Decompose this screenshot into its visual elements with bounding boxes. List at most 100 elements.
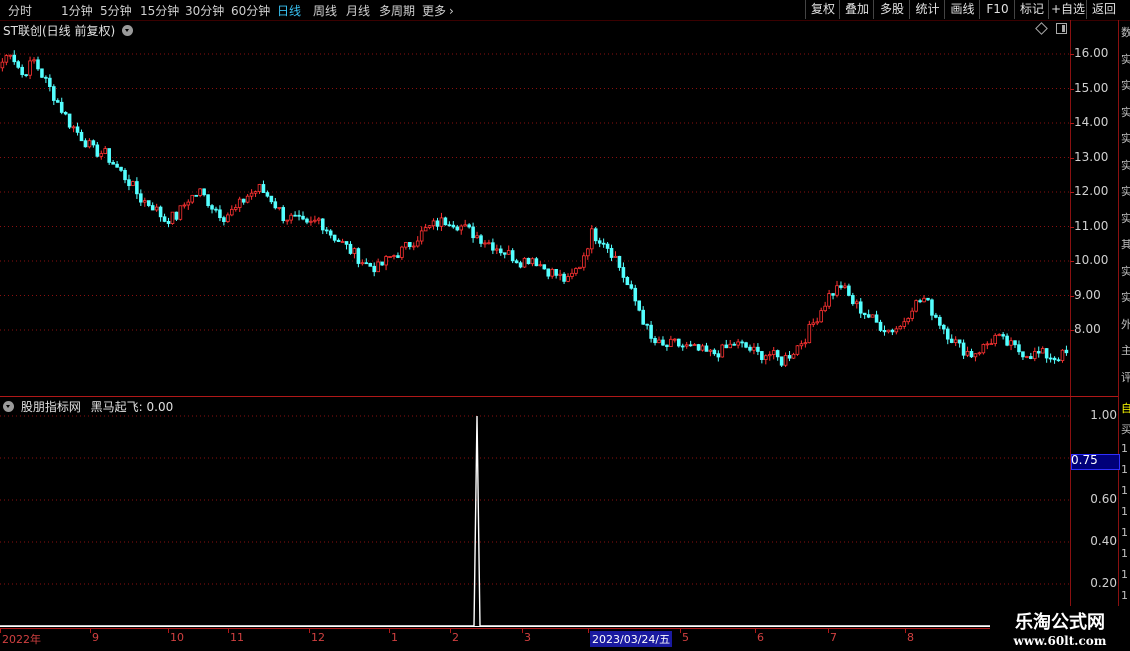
period-more[interactable]: 更多 › bbox=[422, 2, 454, 19]
candle-body bbox=[392, 255, 396, 258]
candle-body bbox=[352, 248, 357, 254]
indicator-chart[interactable] bbox=[0, 397, 1070, 628]
candle-body bbox=[340, 241, 345, 243]
candle-body bbox=[483, 242, 487, 245]
f10-button[interactable]: F10 bbox=[979, 0, 1015, 19]
candle-body bbox=[48, 77, 52, 87]
back-button[interactable]: 返回 bbox=[1086, 0, 1121, 19]
y-tick-mark bbox=[1070, 226, 1074, 228]
side-tab-char[interactable]: 实 bbox=[1121, 263, 1130, 279]
draw-line-button[interactable]: 画线 bbox=[944, 0, 980, 19]
candle-body bbox=[8, 54, 13, 57]
y-tick-label: 14.00 bbox=[1074, 115, 1109, 129]
candle-body bbox=[344, 241, 349, 245]
candle-body bbox=[791, 353, 796, 359]
diamond-icon[interactable] bbox=[1035, 22, 1048, 35]
side-tab-char[interactable]: 实 bbox=[1121, 130, 1130, 146]
side-tab-char[interactable]: 评 bbox=[1121, 369, 1130, 385]
period-multi[interactable]: 多周期 bbox=[379, 2, 415, 19]
period-weekly[interactable]: 周线 bbox=[313, 2, 337, 19]
crosshair-date-label: 2023/03/24/五 bbox=[590, 631, 673, 647]
candle-body bbox=[613, 255, 618, 258]
period-60min[interactable]: 60分钟 bbox=[231, 2, 270, 19]
period-fenshi[interactable]: 分时 bbox=[8, 2, 32, 19]
x-tick-mark bbox=[309, 629, 310, 633]
candle-body bbox=[427, 225, 432, 228]
candle-body bbox=[123, 169, 127, 181]
x-tick-label: 5 bbox=[682, 631, 689, 644]
candle-body bbox=[597, 240, 602, 244]
y-tick-mark bbox=[1070, 54, 1074, 55]
period-15min[interactable]: 15分钟 bbox=[140, 2, 179, 19]
y-tick-mark bbox=[1070, 88, 1074, 90]
candle-body bbox=[740, 341, 744, 344]
indicator-side-label: 1 bbox=[1121, 589, 1128, 602]
candle-body bbox=[233, 207, 238, 210]
period-30min[interactable]: 30分钟 bbox=[185, 2, 224, 19]
side-tab-char[interactable]: 实 bbox=[1121, 51, 1130, 67]
candle-body bbox=[237, 198, 242, 208]
x-tick-mark bbox=[0, 629, 1, 633]
candle-body bbox=[467, 224, 471, 228]
period-daily[interactable]: 日线 bbox=[277, 2, 301, 19]
side-tab-char[interactable]: 实 bbox=[1121, 183, 1130, 199]
candle-body bbox=[720, 344, 725, 358]
candle-body bbox=[52, 86, 56, 101]
fuquan-button[interactable]: 复权 bbox=[805, 0, 840, 19]
side-tab-char[interactable]: 其 bbox=[1121, 236, 1130, 252]
candle-body bbox=[831, 293, 835, 296]
side-tab-char[interactable]: 主 bbox=[1121, 342, 1130, 358]
candle-body bbox=[918, 300, 922, 303]
side-tab-char[interactable]: 实 bbox=[1121, 77, 1130, 93]
candle-body bbox=[463, 224, 467, 227]
candle-body bbox=[578, 266, 582, 269]
side-tab-char[interactable]: 外 bbox=[1121, 316, 1130, 332]
candle-body bbox=[20, 66, 24, 76]
candle-body bbox=[230, 208, 234, 216]
candle-body bbox=[582, 255, 586, 268]
side-tab-char[interactable]: 数 bbox=[1121, 24, 1130, 40]
period-monthly[interactable]: 月线 bbox=[346, 2, 370, 19]
candle-body bbox=[439, 217, 444, 227]
overlay-button[interactable]: 叠加 bbox=[839, 0, 874, 19]
candle-body bbox=[190, 194, 195, 203]
candle-body bbox=[59, 101, 64, 113]
period-5min[interactable]: 5分钟 bbox=[100, 2, 132, 19]
candle-body bbox=[400, 246, 404, 258]
candle-body bbox=[28, 60, 32, 76]
statistics-button[interactable]: 统计 bbox=[909, 0, 945, 19]
candle-body bbox=[87, 140, 92, 148]
candle-body bbox=[779, 356, 784, 366]
indicator-side-label: 1 bbox=[1121, 526, 1128, 539]
x-tick-mark bbox=[228, 629, 229, 633]
candle-body bbox=[530, 258, 535, 265]
side-tab-char[interactable]: 实 bbox=[1121, 157, 1130, 173]
window-toggle-icon[interactable] bbox=[1056, 23, 1067, 34]
mark-button[interactable]: 标记 bbox=[1014, 0, 1049, 19]
side-tab-char[interactable]: 实 bbox=[1121, 104, 1130, 120]
candle-body bbox=[380, 261, 384, 266]
candle-body bbox=[839, 285, 843, 288]
dropdown-icon[interactable] bbox=[121, 25, 133, 36]
candle-body bbox=[95, 144, 100, 157]
side-tab-char[interactable]: 实 bbox=[1121, 210, 1130, 226]
y-tick-mark bbox=[1070, 123, 1074, 124]
candlestick-chart[interactable] bbox=[0, 38, 1070, 396]
candle-body bbox=[146, 200, 151, 206]
multi-stock-button[interactable]: 多股 bbox=[873, 0, 910, 19]
candle-body bbox=[305, 218, 309, 223]
indicator-side-label: 1 bbox=[1121, 463, 1128, 476]
candle-body bbox=[645, 323, 649, 326]
candle-body bbox=[40, 68, 44, 78]
candle-body bbox=[309, 220, 313, 223]
top-toolbar: 分时 1分钟 5分钟 15分钟 30分钟 60分钟 日线 周线 月线 多周期 更… bbox=[0, 0, 1130, 21]
candle-body bbox=[526, 257, 531, 265]
side-tab-char[interactable]: 实 bbox=[1121, 289, 1130, 305]
candle-body bbox=[411, 245, 416, 248]
candle-body bbox=[760, 351, 764, 360]
candle-body bbox=[609, 248, 614, 258]
y-tick-label: 12.00 bbox=[1074, 184, 1109, 198]
candle-body bbox=[154, 206, 159, 211]
add-watchlist-button[interactable]: +自选 bbox=[1048, 0, 1087, 19]
period-1min[interactable]: 1分钟 bbox=[61, 2, 93, 19]
